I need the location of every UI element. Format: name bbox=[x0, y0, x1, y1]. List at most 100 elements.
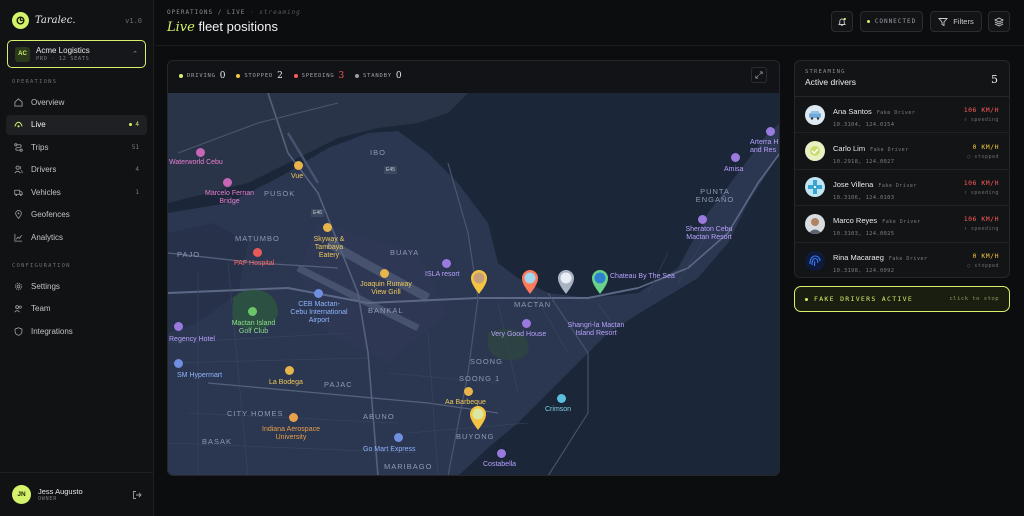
driver-name: Ana Santos bbox=[833, 107, 872, 117]
restaurant-icon[interactable] bbox=[294, 161, 303, 170]
layers-button[interactable] bbox=[988, 11, 1010, 32]
avatar: JN bbox=[12, 485, 31, 504]
sidebar-item-label: Live bbox=[31, 120, 46, 129]
user-profile[interactable]: JN Jess Augusto OWNER bbox=[0, 472, 154, 516]
stop-fake-drivers-link[interactable]: click to stop bbox=[949, 296, 999, 302]
notifications-button[interactable] bbox=[831, 11, 853, 32]
org-switcher[interactable]: AC Acme Logistics PRO · 12 SEATS ⌃ bbox=[7, 40, 146, 68]
driver-marker-stopped[interactable] bbox=[469, 405, 487, 431]
legend-stopped[interactable]: STOPPED 2 bbox=[236, 71, 283, 81]
school-icon[interactable] bbox=[289, 413, 298, 422]
sidebar-badge: 1 bbox=[135, 188, 139, 196]
driver-tag: Fake Driver bbox=[882, 219, 921, 226]
driver-tag: Fake Driver bbox=[876, 110, 916, 117]
golf-icon[interactable] bbox=[248, 307, 257, 316]
app-version: v1.0 bbox=[125, 16, 142, 25]
user-name: Jess Augusto bbox=[38, 487, 83, 496]
shopping-icon[interactable] bbox=[174, 359, 183, 368]
driver-row[interactable]: Marco Reyes Fake Driver 10.3103, 124.0025… bbox=[795, 206, 1009, 243]
poi-pink-icon[interactable] bbox=[223, 178, 232, 187]
driver-status: ↑ speeding bbox=[963, 226, 999, 233]
sidebar-item-integrations[interactable]: Integrations bbox=[6, 321, 147, 341]
poi-label: Shangri-la Mactan Island Resort bbox=[567, 322, 625, 337]
hotel-icon[interactable] bbox=[442, 259, 451, 268]
restaurant-icon[interactable] bbox=[285, 366, 294, 375]
shopping-icon[interactable] bbox=[394, 433, 403, 442]
sidebar-item-team[interactable]: Team bbox=[6, 299, 147, 319]
driver-speed: 0 KM/H bbox=[972, 252, 999, 261]
area-label: BANKAL bbox=[368, 306, 404, 315]
driver-speed: 106 KM/H bbox=[963, 106, 999, 115]
sidebar-badge: 4 bbox=[135, 166, 139, 173]
place-icon[interactable] bbox=[557, 394, 566, 403]
hotel-icon[interactable] bbox=[766, 127, 775, 136]
hotel-icon[interactable] bbox=[698, 215, 707, 224]
sidebar-badge: 4 bbox=[135, 121, 139, 128]
expand-map-button[interactable] bbox=[751, 67, 767, 83]
driver-row[interactable]: Carlo Lim Fake Driver 10.2918, 124.0027 0… bbox=[795, 133, 1009, 170]
shield-icon bbox=[14, 326, 23, 336]
driver-row[interactable]: Ana Santos Fake Driver 10.3104, 124.0154 … bbox=[795, 97, 1009, 134]
area-label: MATUMBO bbox=[235, 234, 280, 243]
poi-label: Chateau By The Sea bbox=[610, 273, 675, 280]
hotel-icon[interactable] bbox=[174, 322, 183, 331]
hospital-icon[interactable] bbox=[253, 248, 262, 257]
area-label: IBO bbox=[370, 148, 386, 157]
sidebar-item-analytics[interactable]: Analytics bbox=[6, 227, 147, 247]
filters-label: Filters bbox=[953, 17, 974, 26]
layers-icon bbox=[994, 16, 1004, 27]
poi-label: Waterworld Cebu bbox=[169, 159, 223, 166]
sidebar-item-label: Drivers bbox=[31, 165, 57, 174]
area-label: CITY HOMES bbox=[227, 409, 284, 418]
restaurant-icon[interactable] bbox=[380, 269, 389, 278]
airport-icon[interactable] bbox=[314, 289, 323, 298]
poi-label: Amisa bbox=[724, 166, 744, 173]
driver-marker-speeding[interactable] bbox=[591, 269, 609, 295]
driver-tag: Fake Driver bbox=[870, 146, 909, 153]
legend-speeding[interactable]: SPEEDING 3 bbox=[293, 71, 346, 81]
poi-label: Go Mart Express bbox=[363, 446, 416, 453]
sidebar-item-live[interactable]: Live 4 bbox=[6, 114, 147, 135]
sidebar-item-label: Analytics bbox=[31, 232, 64, 242]
legend-driving[interactable]: DRIVING 0 bbox=[179, 71, 226, 81]
driver-row[interactable]: Rina Macaraeg Fake Driver 10.3198, 124.00… bbox=[795, 243, 1009, 277]
restaurant-icon[interactable] bbox=[323, 223, 332, 232]
sidebar-item-vehicles[interactable]: Vehicles 1 bbox=[6, 182, 147, 202]
driver-marker-stopped[interactable] bbox=[470, 269, 488, 295]
area-label: PAJAC bbox=[324, 380, 353, 389]
driver-marker-speeding[interactable] bbox=[521, 269, 539, 295]
legend-count: 3 bbox=[338, 71, 346, 81]
live-badge: 4 bbox=[129, 121, 139, 128]
driver-marker-speeding[interactable] bbox=[557, 269, 575, 295]
breadcrumb-status: · streaming bbox=[250, 9, 301, 16]
driver-speed: 106 KM/H bbox=[963, 215, 999, 224]
logout-icon[interactable] bbox=[132, 490, 142, 500]
sidebar-item-drivers[interactable]: Drivers 4 bbox=[6, 160, 147, 180]
map-canvas[interactable]: IBO PUSOK MATUMBO PAJO BUAYA BANKAL MACT… bbox=[168, 93, 779, 475]
brand[interactable]: Taralec. v1.0 bbox=[12, 12, 142, 29]
poi-label: Marcelo Fernan Bridge bbox=[204, 190, 255, 205]
filters-button[interactable]: Filters bbox=[930, 11, 982, 32]
sidebar-item-settings[interactable]: Settings bbox=[6, 276, 147, 296]
fake-drivers-toggle[interactable]: FAKE DRIVERS ACTIVE click to stop bbox=[794, 286, 1010, 312]
poi-label: Very Good House bbox=[491, 331, 547, 338]
page-title-text: fleet positions bbox=[198, 19, 278, 34]
status-legend: DRIVING 0 STOPPED 2 SPEEDING 3 STANDBY 0 bbox=[179, 71, 402, 81]
driver-speed: 0 KM/H bbox=[972, 142, 999, 151]
driver-row[interactable]: Jose Villena Fake Driver 10.3106, 124.010… bbox=[795, 170, 1009, 207]
stopped-dot-icon bbox=[236, 74, 241, 78]
sidebar-item-geofences[interactable]: Geofences bbox=[6, 205, 147, 225]
legend-standby[interactable]: STANDBY 0 bbox=[355, 71, 402, 81]
area-label: PUSOK bbox=[264, 189, 296, 198]
hotel-icon[interactable] bbox=[731, 153, 740, 162]
team-icon bbox=[14, 304, 23, 313]
poi-pink-icon[interactable] bbox=[196, 148, 205, 157]
sidebar-item-overview[interactable]: Overview bbox=[6, 92, 147, 112]
hotel-icon[interactable] bbox=[497, 449, 506, 458]
sidebar-item-trips[interactable]: Trips 51 bbox=[6, 137, 147, 157]
poi-label: Skyway & Tambaya Eatery bbox=[313, 236, 345, 259]
restaurant-icon[interactable] bbox=[464, 387, 473, 396]
configuration-nav: Settings Team Integrations bbox=[6, 276, 147, 344]
hotel-icon[interactable] bbox=[522, 319, 531, 328]
driver-coordinates: 10.2918, 124.0027 bbox=[833, 158, 895, 165]
